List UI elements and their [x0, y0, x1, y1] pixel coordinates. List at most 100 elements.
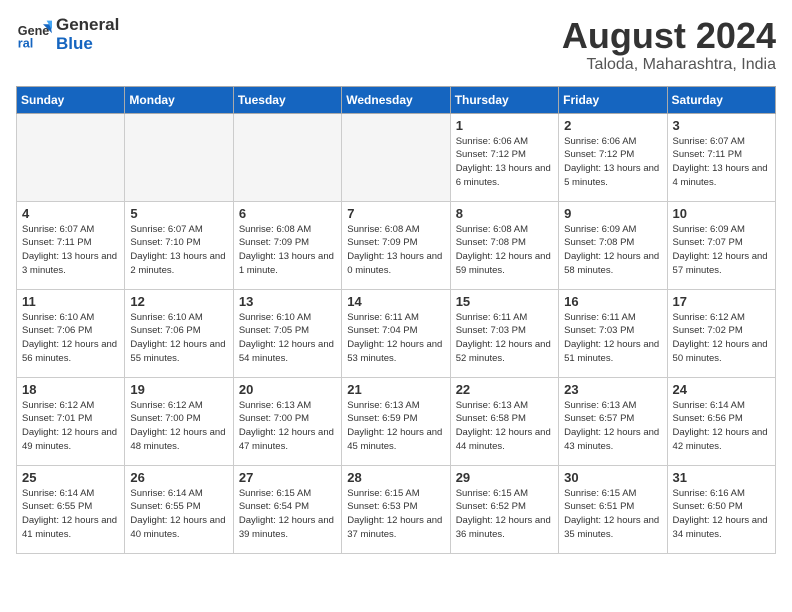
day-number: 11	[22, 294, 119, 309]
day-header-thursday: Thursday	[450, 86, 558, 113]
day-number: 24	[673, 382, 770, 397]
day-number: 14	[347, 294, 444, 309]
calendar-cell: 8 Sunrise: 6:08 AMSunset: 7:08 PMDaylight…	[450, 201, 558, 289]
day-number: 25	[22, 470, 119, 485]
day-number: 31	[673, 470, 770, 485]
week-row-1: 1 Sunrise: 6:06 AMSunset: 7:12 PMDaylight…	[17, 113, 776, 201]
week-row-5: 25 Sunrise: 6:14 AMSunset: 6:55 PMDayligh…	[17, 465, 776, 553]
title-block: August 2024 Taloda, Maharashtra, India	[562, 16, 776, 74]
sun-info: Sunrise: 6:07 AMSunset: 7:11 PMDaylight:…	[22, 223, 119, 278]
calendar-cell: 13Sunrise: 6:10 AMSunset: 7:05 PMDayligh…	[233, 289, 341, 377]
day-number: 5	[130, 206, 227, 221]
sun-info: Sunrise: 6:13 AMSunset: 7:00 PMDaylight:…	[239, 399, 336, 454]
day-number: 22	[456, 382, 553, 397]
day-number: 9	[564, 206, 661, 221]
calendar-cell: 29Sunrise: 6:15 AMSunset: 6:52 PMDayligh…	[450, 465, 558, 553]
sun-info: Sunrise: 6:14 AMSunset: 6:55 PMDaylight:…	[130, 487, 227, 542]
sun-info: Sunrise: 6:12 AMSunset: 7:00 PMDaylight:…	[130, 399, 227, 454]
day-number: 1	[456, 118, 553, 133]
day-number: 18	[22, 382, 119, 397]
calendar-cell: 22 Sunrise: 6:13 AMSunset: 6:58 PMDayligh…	[450, 377, 558, 465]
sun-info: Sunrise: 6:09 AMSunset: 7:07 PMDaylight:…	[673, 223, 770, 278]
logo-icon: Gene ral	[16, 17, 52, 53]
calendar-table: SundayMondayTuesdayWednesdayThursdayFrid…	[16, 86, 776, 554]
sun-info: Sunrise: 6:16 AMSunset: 6:50 PMDaylight:…	[673, 487, 770, 542]
sun-info: Sunrise: 6:07 AMSunset: 7:11 PMDaylight:…	[673, 135, 770, 190]
day-number: 8	[456, 206, 553, 221]
sun-info: Sunrise: 6:13 AMSunset: 6:57 PMDaylight:…	[564, 399, 661, 454]
sun-info: Sunrise: 6:13 AMSunset: 6:59 PMDaylight:…	[347, 399, 444, 454]
sun-info: Sunrise: 6:12 AMSunset: 7:02 PMDaylight:…	[673, 311, 770, 366]
calendar-cell: 12Sunrise: 6:10 AMSunset: 7:06 PMDayligh…	[125, 289, 233, 377]
page-header: Gene ral General Blue August 2024 Taloda…	[16, 16, 776, 74]
day-number: 10	[673, 206, 770, 221]
calendar-cell: 18 Sunrise: 6:12 AMSunset: 7:01 PMDayligh…	[17, 377, 125, 465]
day-number: 30	[564, 470, 661, 485]
sun-info: Sunrise: 6:10 AMSunset: 7:06 PMDaylight:…	[22, 311, 119, 366]
sun-info: Sunrise: 6:08 AMSunset: 7:09 PMDaylight:…	[239, 223, 336, 278]
sun-info: Sunrise: 6:11 AMSunset: 7:03 PMDaylight:…	[456, 311, 553, 366]
day-header-wednesday: Wednesday	[342, 86, 450, 113]
sun-info: Sunrise: 6:09 AMSunset: 7:08 PMDaylight:…	[564, 223, 661, 278]
day-header-saturday: Saturday	[667, 86, 775, 113]
calendar-cell	[17, 113, 125, 201]
day-header-monday: Monday	[125, 86, 233, 113]
calendar-cell: 26 Sunrise: 6:14 AMSunset: 6:55 PMDayligh…	[125, 465, 233, 553]
day-number: 20	[239, 382, 336, 397]
day-number: 23	[564, 382, 661, 397]
calendar-header-row: SundayMondayTuesdayWednesdayThursdayFrid…	[17, 86, 776, 113]
sun-info: Sunrise: 6:07 AMSunset: 7:10 PMDaylight:…	[130, 223, 227, 278]
calendar-cell: 24 Sunrise: 6:14 AMSunset: 6:56 PMDayligh…	[667, 377, 775, 465]
logo-line2: Blue	[56, 35, 119, 54]
sun-info: Sunrise: 6:12 AMSunset: 7:01 PMDaylight:…	[22, 399, 119, 454]
sun-info: Sunrise: 6:14 AMSunset: 6:56 PMDaylight:…	[673, 399, 770, 454]
calendar-cell: 4Sunrise: 6:07 AMSunset: 7:11 PMDaylight…	[17, 201, 125, 289]
calendar-cell: 14 Sunrise: 6:11 AMSunset: 7:04 PMDayligh…	[342, 289, 450, 377]
day-number: 28	[347, 470, 444, 485]
calendar-cell: 31 Sunrise: 6:16 AMSunset: 6:50 PMDayligh…	[667, 465, 775, 553]
calendar-cell: 20 Sunrise: 6:13 AMSunset: 7:00 PMDayligh…	[233, 377, 341, 465]
calendar-cell: 5 Sunrise: 6:07 AMSunset: 7:10 PMDaylight…	[125, 201, 233, 289]
svg-text:ral: ral	[18, 36, 33, 50]
calendar-cell: 15 Sunrise: 6:11 AMSunset: 7:03 PMDayligh…	[450, 289, 558, 377]
logo: Gene ral General Blue	[16, 16, 119, 53]
sun-info: Sunrise: 6:14 AMSunset: 6:55 PMDaylight:…	[22, 487, 119, 542]
calendar-cell: 27Sunrise: 6:15 AMSunset: 6:54 PMDayligh…	[233, 465, 341, 553]
calendar-cell: 1 Sunrise: 6:06 AMSunset: 7:12 PMDaylight…	[450, 113, 558, 201]
day-number: 26	[130, 470, 227, 485]
calendar-cell	[125, 113, 233, 201]
sun-info: Sunrise: 6:10 AMSunset: 7:05 PMDaylight:…	[239, 311, 336, 366]
sun-info: Sunrise: 6:06 AMSunset: 7:12 PMDaylight:…	[564, 135, 661, 190]
sun-info: Sunrise: 6:08 AMSunset: 7:09 PMDaylight:…	[347, 223, 444, 278]
day-number: 19	[130, 382, 227, 397]
sun-info: Sunrise: 6:08 AMSunset: 7:08 PMDaylight:…	[456, 223, 553, 278]
calendar-cell: 3 Sunrise: 6:07 AMSunset: 7:11 PMDaylight…	[667, 113, 775, 201]
calendar-cell: 10 Sunrise: 6:09 AMSunset: 7:07 PMDayligh…	[667, 201, 775, 289]
calendar-cell: 9 Sunrise: 6:09 AMSunset: 7:08 PMDaylight…	[559, 201, 667, 289]
sun-info: Sunrise: 6:13 AMSunset: 6:58 PMDaylight:…	[456, 399, 553, 454]
calendar-body: 1 Sunrise: 6:06 AMSunset: 7:12 PMDaylight…	[17, 113, 776, 553]
calendar-cell	[342, 113, 450, 201]
calendar-cell: 19 Sunrise: 6:12 AMSunset: 7:00 PMDayligh…	[125, 377, 233, 465]
sun-info: Sunrise: 6:10 AMSunset: 7:06 PMDaylight:…	[130, 311, 227, 366]
week-row-4: 18 Sunrise: 6:12 AMSunset: 7:01 PMDayligh…	[17, 377, 776, 465]
day-number: 6	[239, 206, 336, 221]
day-number: 15	[456, 294, 553, 309]
week-row-2: 4Sunrise: 6:07 AMSunset: 7:11 PMDaylight…	[17, 201, 776, 289]
sun-info: Sunrise: 6:06 AMSunset: 7:12 PMDaylight:…	[456, 135, 553, 190]
calendar-cell: 25 Sunrise: 6:14 AMSunset: 6:55 PMDayligh…	[17, 465, 125, 553]
calendar-cell: 6 Sunrise: 6:08 AMSunset: 7:09 PMDaylight…	[233, 201, 341, 289]
calendar-cell: 16Sunrise: 6:11 AMSunset: 7:03 PMDayligh…	[559, 289, 667, 377]
logo-line1: General	[56, 16, 119, 35]
calendar-cell: 11 Sunrise: 6:10 AMSunset: 7:06 PMDayligh…	[17, 289, 125, 377]
sun-info: Sunrise: 6:15 AMSunset: 6:54 PMDaylight:…	[239, 487, 336, 542]
day-number: 2	[564, 118, 661, 133]
day-number: 3	[673, 118, 770, 133]
calendar-cell: 21Sunrise: 6:13 AMSunset: 6:59 PMDayligh…	[342, 377, 450, 465]
sun-info: Sunrise: 6:11 AMSunset: 7:04 PMDaylight:…	[347, 311, 444, 366]
week-row-3: 11 Sunrise: 6:10 AMSunset: 7:06 PMDayligh…	[17, 289, 776, 377]
month-year: August 2024	[562, 16, 776, 56]
day-number: 16	[564, 294, 661, 309]
calendar-cell: 17Sunrise: 6:12 AMSunset: 7:02 PMDayligh…	[667, 289, 775, 377]
day-header-tuesday: Tuesday	[233, 86, 341, 113]
